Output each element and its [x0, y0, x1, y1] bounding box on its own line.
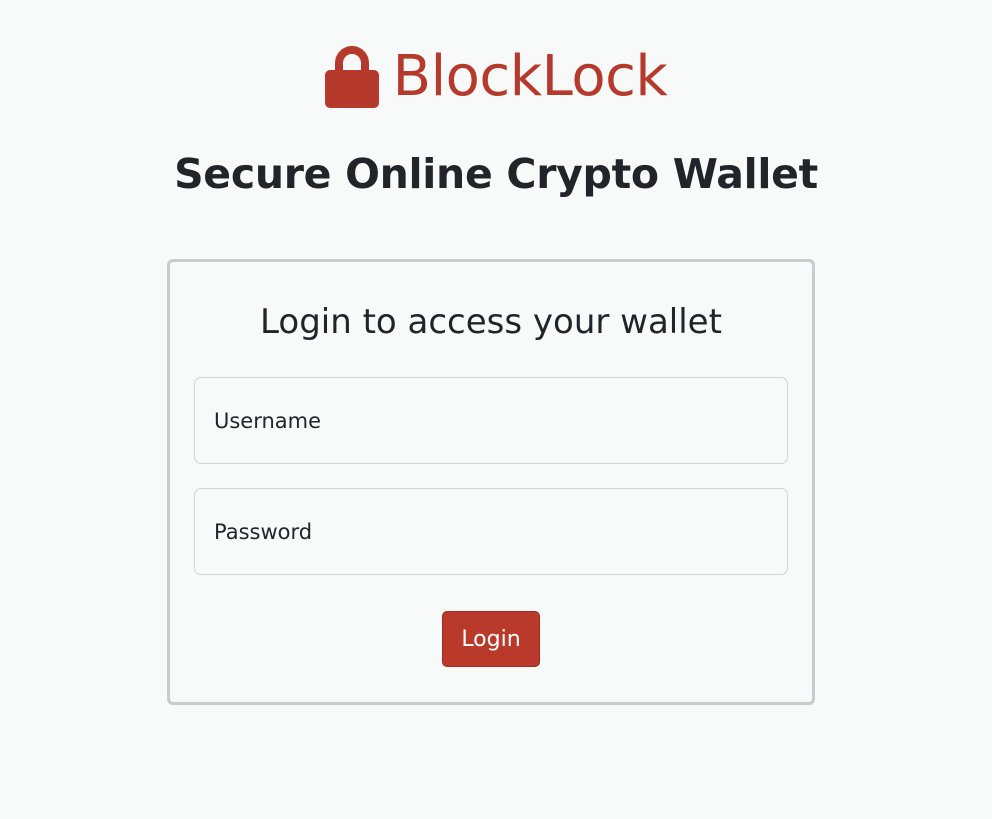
- brand-name: BlockLock: [392, 44, 668, 109]
- password-input[interactable]: [194, 488, 788, 575]
- username-input[interactable]: [194, 377, 788, 464]
- lock-icon: [324, 46, 379, 108]
- page-tagline: Secure Online Crypto Wallet: [174, 150, 818, 198]
- login-page: BlockLock Secure Online Crypto Wallet Lo…: [0, 0, 992, 819]
- login-card-title: Login to access your wallet: [260, 302, 722, 342]
- brand-logo: BlockLock: [0, 44, 992, 110]
- login-card: Login to access your wallet Login: [167, 259, 815, 705]
- login-button[interactable]: Login: [442, 611, 540, 667]
